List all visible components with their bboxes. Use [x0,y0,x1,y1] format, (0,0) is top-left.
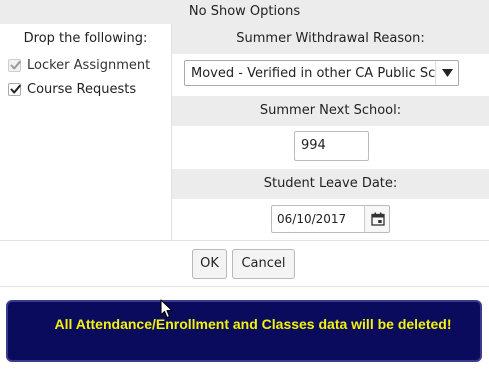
next-school-input[interactable]: 994 [294,131,369,161]
withdrawal-reason-heading: Summer Withdrawal Reason: [172,24,489,54]
warning-message: All Attendance/Enrollment and Classes da… [54,316,452,332]
warning-banner: All Attendance/Enrollment and Classes da… [6,300,482,362]
calendar-icon [371,212,385,226]
locker-assignment-label: Locker Assignment [27,58,151,73]
leave-date-heading: Student Leave Date: [172,169,489,199]
dropdown-toggle[interactable] [435,61,458,85]
next-school-heading: Summer Next School: [172,96,489,126]
checkmark-icon [10,84,21,94]
content-divider [0,240,489,241]
checkmark-icon [10,60,21,70]
withdrawal-reason-select[interactable]: Moved - Verified in other CA Public Scho… [184,60,459,86]
withdrawal-reason-value: Moved - Verified in other CA Public Scho… [191,66,435,81]
button-row-divider [0,286,489,287]
locker-assignment-option: Locker Assignment [0,54,171,78]
dialog-title: No Show Options [0,0,489,24]
course-requests-checkbox[interactable] [8,83,21,96]
date-picker-button[interactable] [364,205,390,233]
ok-button[interactable]: OK [192,249,227,279]
locker-assignment-checkbox [8,59,21,72]
mouse-pointer-icon [160,299,173,319]
drop-options-panel: Drop the following: Locker Assignment Co… [0,24,172,240]
cancel-button[interactable]: Cancel [232,249,295,279]
drop-options-heading: Drop the following: [23,31,148,46]
course-requests-label: Course Requests [27,82,137,97]
triangle-down-icon [442,69,453,77]
course-requests-option[interactable]: Course Requests [0,78,171,102]
leave-date-input[interactable]: 06/10/2017 [271,205,365,233]
